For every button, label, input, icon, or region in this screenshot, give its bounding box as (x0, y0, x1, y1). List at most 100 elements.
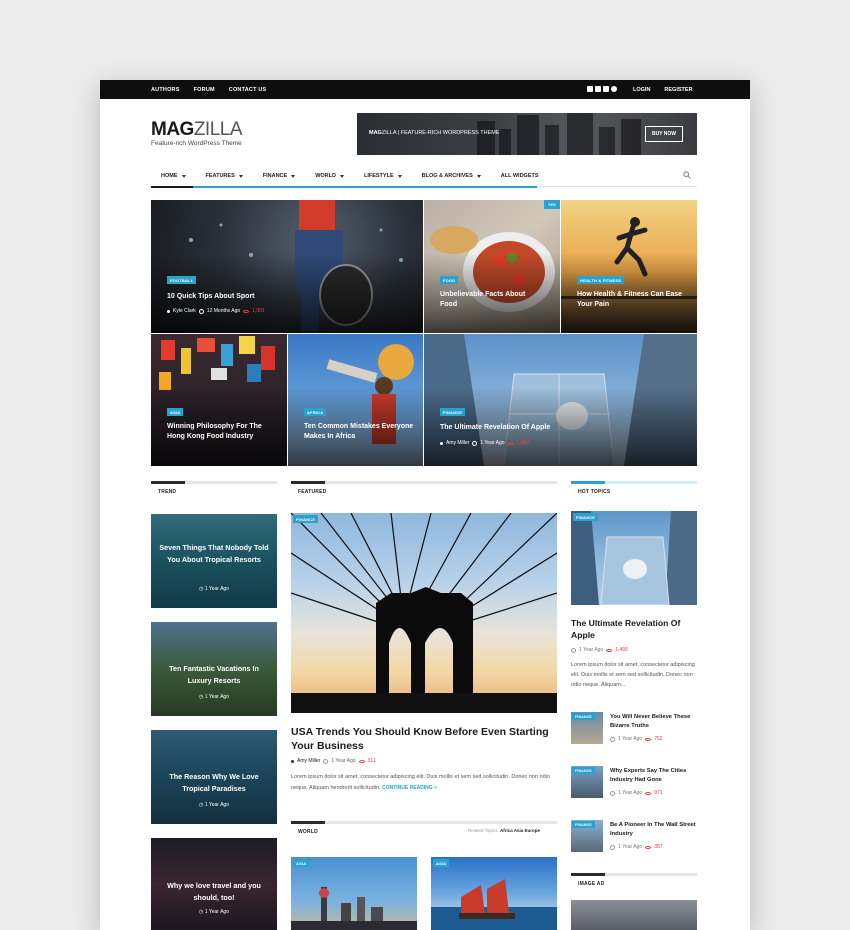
item-title[interactable]: Why Experts Say The Cities Industry Had … (610, 767, 696, 785)
item-title[interactable]: You Will Never Believe These Bizarre Tru… (610, 713, 696, 731)
search-icon[interactable] (683, 171, 691, 179)
browser-frame: AUTHORS FORUM CONTACT US LOGIN REGISTER … (100, 80, 750, 930)
eye-icon (606, 648, 613, 652)
category-badge[interactable]: HEALTH & FITNESS (577, 276, 625, 284)
chevron-down-icon (476, 174, 481, 178)
authors-link[interactable]: AUTHORS (151, 87, 180, 93)
hero-title[interactable]: How Health & Fitness Can Ease Your Pain (577, 290, 687, 310)
trend-card[interactable]: Seven Things That Nobody Told You About … (151, 514, 277, 608)
forum-link[interactable]: FORUM (194, 87, 215, 93)
hot-topic-meta: 1 Year Ago 1,493 (571, 647, 628, 653)
trend-meta: ◷ 1 Year Ago (199, 586, 229, 592)
hot-topic-image[interactable]: FINANCE (571, 511, 697, 605)
hero-tile-asia[interactable]: ASIA Winning Philosophy For The Hong Kon… (151, 334, 287, 466)
featured-title[interactable]: USA Trends You Should Know Before Even S… (291, 725, 557, 753)
hero-title[interactable]: 10 Quick Tips About Sport (167, 292, 367, 302)
logo-tagline: Feature-rich WordPress Theme (151, 140, 242, 147)
chevron-down-icon (181, 174, 186, 178)
world-card[interactable]: ASIA (291, 857, 417, 930)
hot-topic-item[interactable]: FINANCE Why Experts Say The Cities Indus… (571, 766, 697, 802)
rss-icon[interactable] (587, 86, 593, 92)
trend-meta: ◷ 1 Year Ago (199, 802, 229, 808)
site-logo[interactable]: MAGZILLA Feature-rich WordPress Theme (151, 119, 243, 147)
thumbnail[interactable]: FINANCE (571, 820, 603, 852)
nav-item-features[interactable]: FEATURES (196, 165, 253, 187)
trend-meta: ◷ 1 Year Ago (199, 909, 229, 915)
hero-tile-africa[interactable]: AFRICA Ten Common Mistakes Everyone Make… (288, 334, 423, 466)
city-skyline-image (291, 887, 417, 930)
clock-icon (198, 308, 204, 314)
section-header-trend: TREND (151, 481, 277, 495)
hero-title[interactable]: Ten Common Mistakes Everyone Makes In Af… (304, 422, 414, 442)
featured-meta: Amy Miller 1 Year Ago 311 (291, 758, 376, 764)
item-meta: 1 Year Ago 752 (610, 736, 663, 742)
hero-tile-apple[interactable]: FINANCE The Ultimate Revelation Of Apple… (424, 334, 697, 466)
category-badge[interactable]: FOOTBALL (167, 276, 197, 284)
trend-title[interactable]: Why we love travel and you should, too! (159, 880, 269, 904)
category-badge[interactable]: FINANCE (293, 515, 319, 523)
nav-item-finance[interactable]: FINANCE (253, 165, 305, 187)
world-card[interactable]: ASIA (431, 857, 557, 930)
header-banner-ad[interactable]: MAGZILLA | FEATURE-RICH WORDPRESS THEME … (357, 113, 697, 155)
nav-item-home[interactable]: HOME (151, 165, 196, 187)
hero-tile-food[interactable]: 74% FOOD Unbelievable Facts About Food (424, 200, 560, 333)
section-header-image-ad: IMAGE AD (571, 873, 697, 887)
hero-tile-fitness[interactable]: HEALTH & FITNESS How Health & Fitness Ca… (561, 200, 697, 333)
logo-mag: MAG (151, 119, 194, 140)
section-header-featured: FEATURED (291, 481, 557, 495)
clock-icon (571, 647, 576, 653)
apple-store-image (571, 511, 697, 605)
hot-topic-title[interactable]: The Ultimate Revelation Of Apple (571, 617, 697, 641)
hero-meta: Kyle Clark 12 Months Ago 1,001 (167, 308, 265, 314)
nav-item-all-widgets[interactable]: ALL WIDGETS (491, 165, 549, 187)
hero-title[interactable]: The Ultimate Revelation Of Apple (440, 423, 640, 433)
category-badge[interactable]: FOOD (440, 276, 459, 284)
trend-title[interactable]: The Reason Why We Love Tropical Paradise… (159, 771, 269, 795)
harbor-image (431, 879, 557, 930)
nav-item-world[interactable]: WORLD (305, 165, 354, 187)
category-badge[interactable]: FINANCE (573, 513, 599, 521)
twitter-icon[interactable] (603, 86, 609, 92)
hero-title[interactable]: Unbelievable Facts About Food (440, 290, 540, 310)
main-navigation: HOME FEATURES FINANCE WORLD LIFESTYLE BL… (151, 165, 697, 188)
section-header-hot-topics: HOT TOPICS (571, 481, 697, 495)
continue-reading-link[interactable]: CONTINUE READING » (382, 785, 437, 791)
pinterest-icon[interactable] (611, 86, 617, 92)
trend-meta: ◷ 1 Year Ago (199, 694, 229, 700)
category-badge[interactable]: AFRICA (304, 408, 327, 416)
top-bar: AUTHORS FORUM CONTACT US LOGIN REGISTER (100, 80, 750, 99)
register-link[interactable]: REGISTER (664, 87, 692, 93)
buy-now-button[interactable]: BUY NOW (645, 126, 683, 142)
trend-card[interactable]: Ten Fantastic Vacations In Luxury Resort… (151, 622, 277, 716)
item-title[interactable]: Be A Pioneer In The Wall Street Industry (610, 821, 696, 839)
login-link[interactable]: LOGIN (633, 87, 650, 93)
contact-us-link[interactable]: CONTACT US (229, 87, 267, 93)
hot-topic-item[interactable]: FINANCE You Will Never Believe These Biz… (571, 712, 697, 748)
category-badge[interactable]: ASIA (167, 408, 184, 416)
hot-topic-item[interactable]: FINANCE Be A Pioneer In The Wall Street … (571, 820, 697, 856)
category-badge[interactable]: FINANCE (440, 408, 466, 416)
trend-card[interactable]: Why we love travel and you should, too! … (151, 838, 277, 930)
facebook-icon[interactable] (595, 86, 601, 92)
featured-image[interactable]: FINANCE (291, 513, 557, 713)
eye-icon (243, 309, 250, 313)
related-topics-links[interactable]: Africa Asia Europe (500, 828, 540, 833)
trend-title[interactable]: Seven Things That Nobody Told You About … (159, 542, 269, 566)
clock-icon (472, 440, 478, 446)
social-links (587, 86, 617, 92)
category-badge[interactable]: ASIA (433, 859, 450, 867)
trend-card[interactable]: The Reason Why We Love Tropical Paradise… (151, 730, 277, 824)
thumbnail[interactable]: FINANCE (571, 712, 603, 744)
chevron-down-icon (238, 174, 243, 178)
item-meta: 1 Year Ago 971 (610, 790, 663, 796)
nav-item-blog-archives[interactable]: BLOG & ARCHIVES (412, 165, 491, 187)
category-badge[interactable]: ASIA (293, 859, 310, 867)
nav-item-lifestyle[interactable]: LIFESTYLE (354, 165, 412, 187)
nav-active-indicator (151, 186, 193, 188)
hero-title[interactable]: Winning Philosophy For The Hong Kong Foo… (167, 422, 279, 442)
hero-tile-sport[interactable]: FOOTBALL 10 Quick Tips About Sport Kyle … (151, 200, 423, 333)
nav-underline (151, 186, 537, 188)
image-ad[interactable] (571, 900, 697, 930)
thumbnail[interactable]: FINANCE (571, 766, 603, 798)
trend-title[interactable]: Ten Fantastic Vacations In Luxury Resort… (159, 663, 269, 687)
